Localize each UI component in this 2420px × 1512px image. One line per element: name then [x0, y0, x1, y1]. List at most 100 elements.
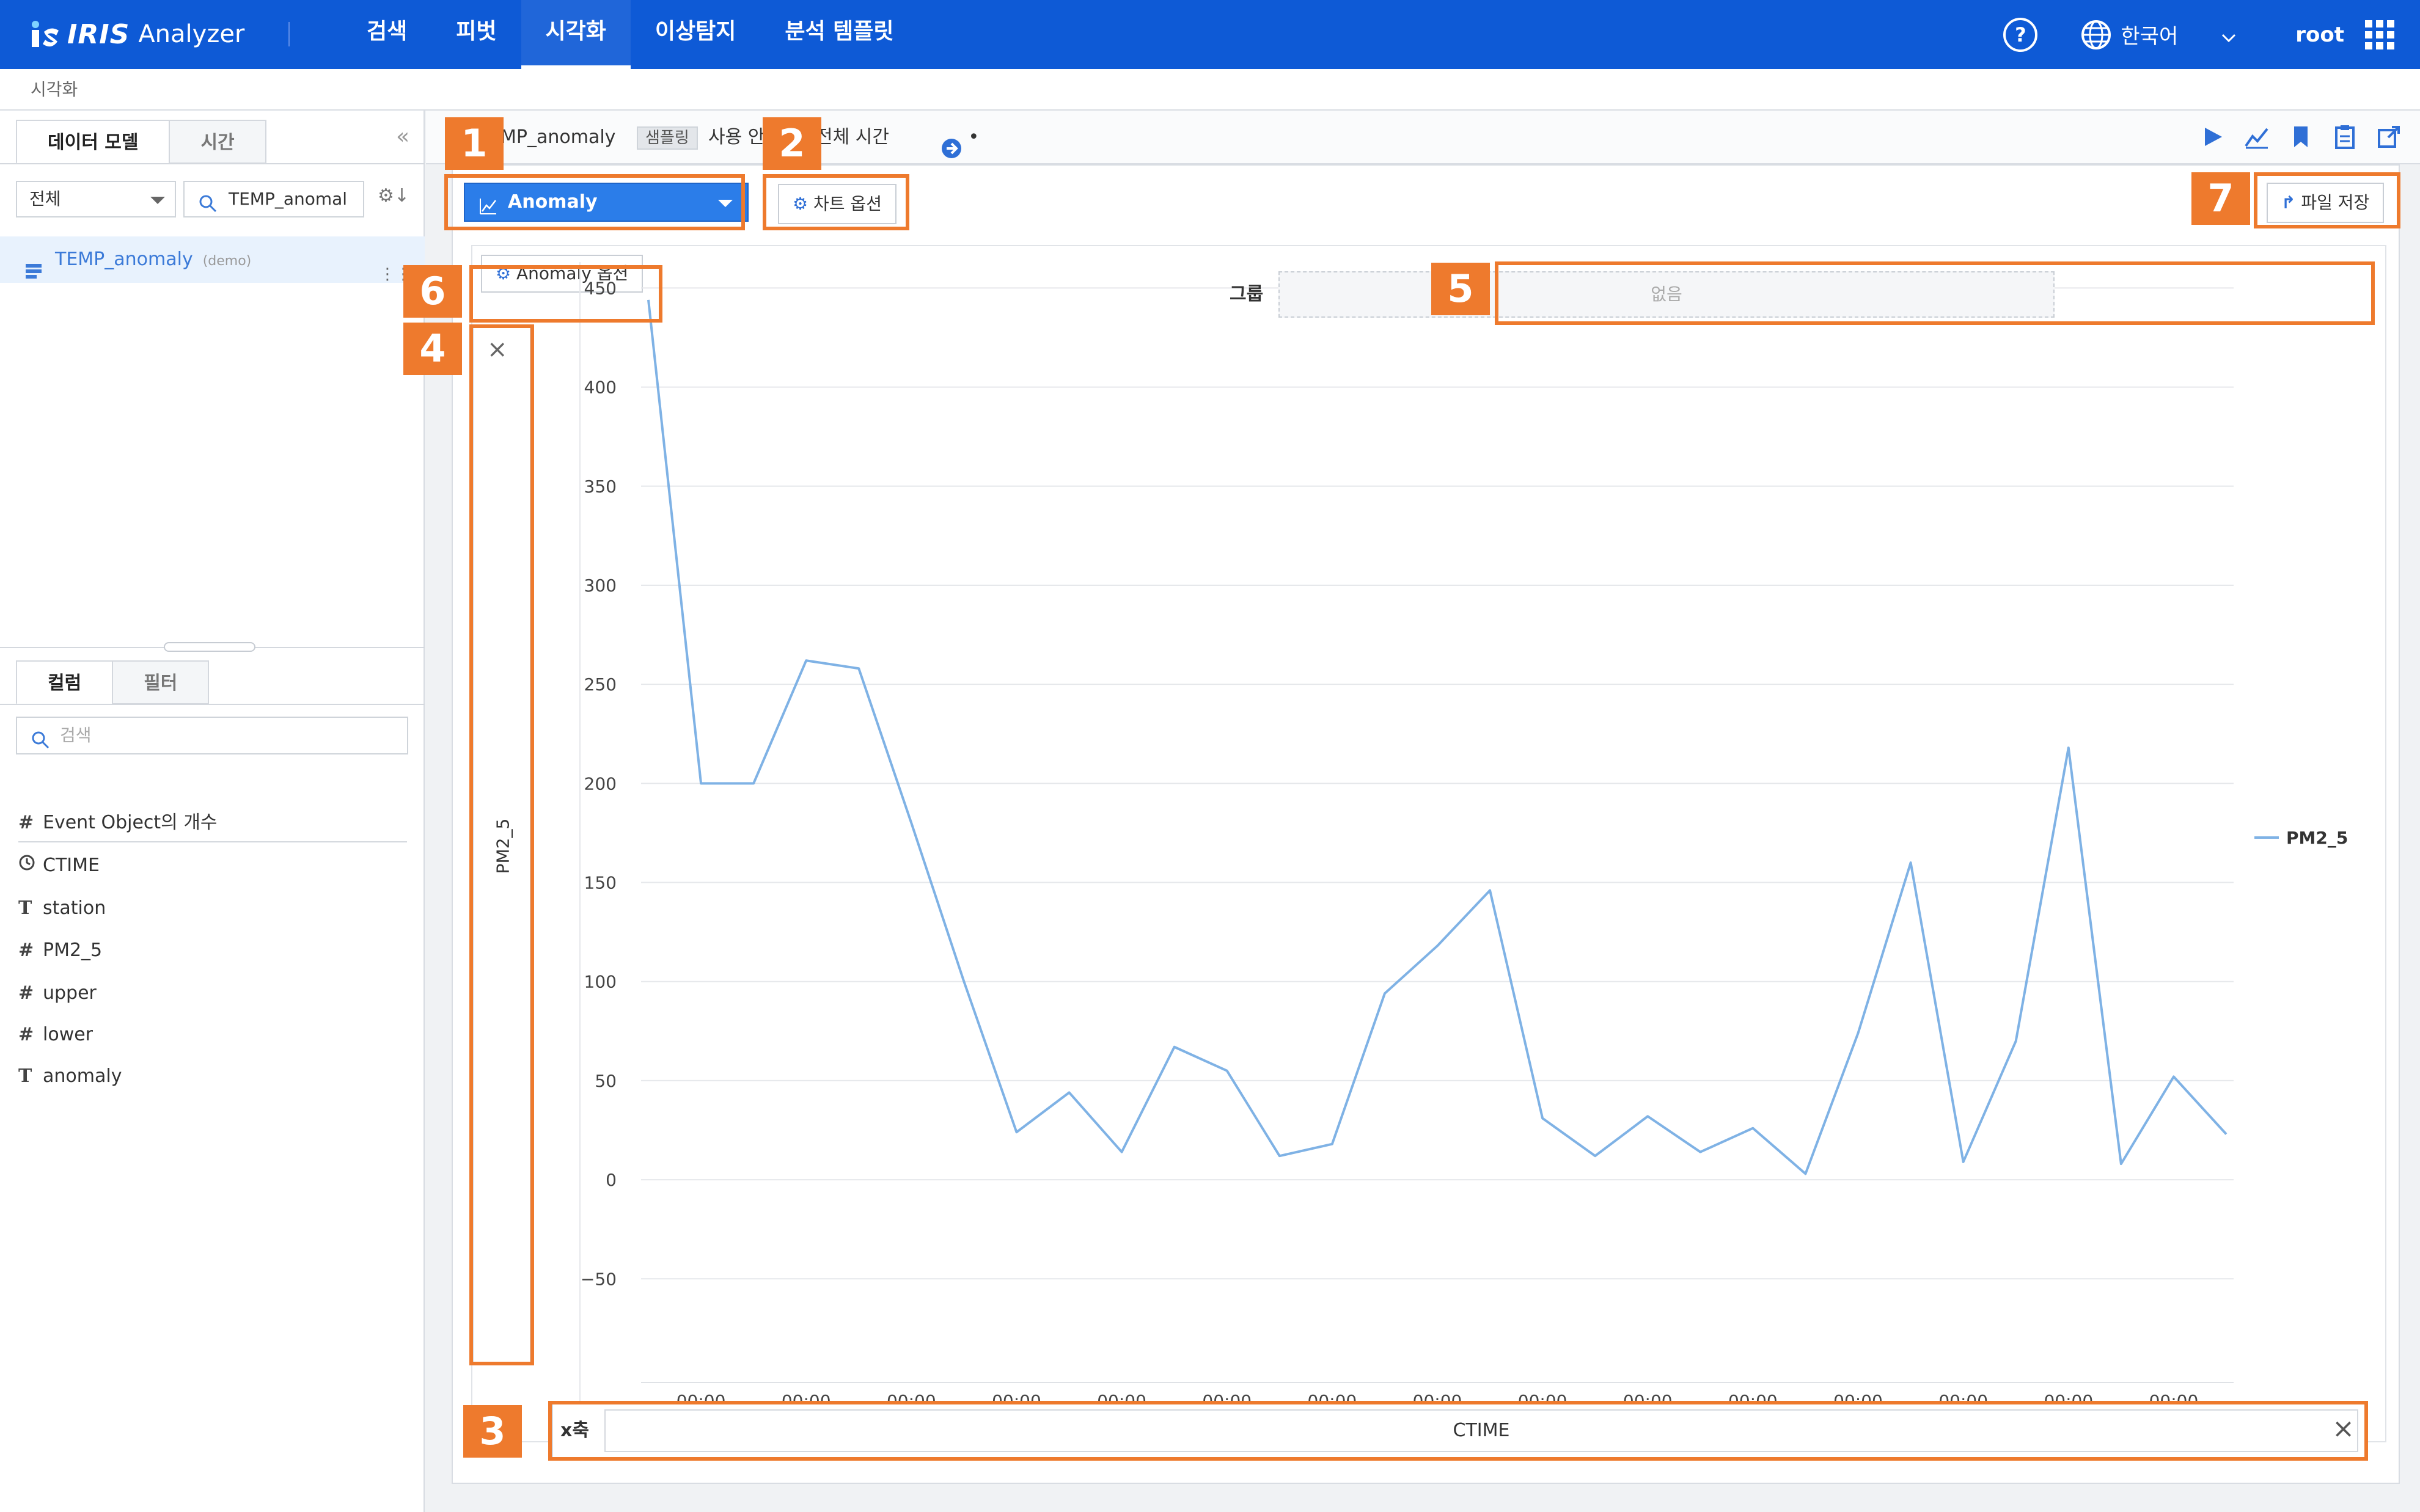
- chevron-down-icon[interactable]: [2221, 27, 2237, 43]
- clock-icon: [18, 853, 43, 878]
- number-icon: #: [18, 940, 34, 961]
- field-item[interactable]: CTIME: [18, 853, 100, 878]
- nav-search[interactable]: 검색: [342, 0, 431, 69]
- top-bar: IRIS Analyzer 검색 피벗 시각화 이상탐지 분석 템플릿 ? 한국…: [0, 0, 2420, 69]
- tab-time[interactable]: 시간: [169, 120, 266, 164]
- field-name: PM2_5: [43, 940, 103, 961]
- nav-anomaly-detection[interactable]: 이상탐지: [631, 0, 760, 69]
- y-tick-label: 350: [584, 477, 617, 497]
- callout-frame-x-axis: [548, 1401, 2368, 1461]
- visualization-workarea: Anomaly ⚙ 차트 옵션 ↱ 파일 저장 ⚙ Anomaly 옵션 450…: [452, 164, 2400, 1484]
- brand-name: IRIS: [67, 18, 130, 50]
- run-query-mark: •: [968, 126, 980, 148]
- field-name: CTIME: [43, 855, 100, 876]
- divider: [288, 22, 290, 46]
- globe-icon[interactable]: [2080, 19, 2112, 51]
- divider: [0, 163, 425, 164]
- time-range-label: 전체 시간: [816, 126, 889, 148]
- tab-filters[interactable]: 필터: [112, 660, 210, 704]
- tab-data-model[interactable]: 데이터 모델: [16, 120, 170, 164]
- anomaly-line-chart: 450400350300250200150100500−5000:002017/…: [579, 262, 2348, 1444]
- field-item[interactable]: # upper: [18, 981, 97, 1006]
- callout-badge: 6: [403, 265, 462, 318]
- help-icon[interactable]: ?: [2003, 17, 2038, 52]
- y-tick-label: −50: [581, 1269, 617, 1289]
- left-panel: 데이터 모델 시간 « 전체 TEMP_anomal ⚙↓ TEMP_anoma…: [0, 111, 425, 1512]
- number-icon: #: [18, 812, 34, 833]
- field-item[interactable]: Tanomaly: [18, 1064, 122, 1089]
- callout-badge: 7: [2191, 172, 2250, 225]
- bookmark-icon[interactable]: [2288, 124, 2314, 150]
- model-search-input[interactable]: TEMP_anomal: [183, 181, 364, 217]
- app-logo[interactable]: IRIS Analyzer: [29, 17, 244, 51]
- callout-badge: 1: [445, 117, 504, 170]
- user-name[interactable]: root: [2295, 23, 2344, 47]
- nav-analysis-template[interactable]: 분석 템플릿: [760, 0, 918, 69]
- arrow-right-circle-icon: [941, 127, 963, 158]
- callout-frame-anomaly-options: [469, 265, 662, 323]
- model-name-label[interactable]: MP_anomaly: [501, 111, 615, 164]
- run-query[interactable]: •: [941, 111, 979, 164]
- product-name: Analyzer: [138, 20, 245, 48]
- y-tick-label: 50: [595, 1071, 617, 1091]
- y-tick-label: 250: [584, 674, 617, 695]
- number-icon: #: [18, 982, 34, 1004]
- column-tabs: 컬럼 필터: [16, 660, 210, 704]
- divider: [0, 704, 425, 705]
- y-tick-label: 200: [584, 773, 617, 794]
- field-name: station: [43, 897, 106, 919]
- callout-badge: 3: [463, 1405, 522, 1458]
- clipboard-icon[interactable]: [2332, 124, 2358, 150]
- field-name: lower: [43, 1024, 94, 1045]
- callout-frame-y-axis: [469, 324, 534, 1365]
- scope-select[interactable]: 전체: [16, 181, 176, 217]
- database-icon: [24, 251, 43, 298]
- model-list-item[interactable]: TEMP_anomaly (demo) ⋮⋮: [0, 236, 425, 283]
- play-icon[interactable]: [2200, 124, 2226, 150]
- nav-pivot[interactable]: 피벗: [431, 0, 521, 69]
- column-search-placeholder: 검색: [60, 725, 92, 745]
- divider: [18, 841, 407, 842]
- callout-badge: 5: [1431, 263, 1490, 315]
- field-name: anomaly: [43, 1065, 122, 1087]
- model-search-value: TEMP_anomal: [229, 189, 348, 209]
- search-icon: [31, 726, 50, 762]
- field-name: Event Object의 개수: [43, 812, 218, 833]
- callout-frame-chart-type: [444, 174, 745, 230]
- text-type-icon: T: [18, 1065, 32, 1087]
- callout-frame-chart-options: [763, 174, 909, 230]
- tab-columns[interactable]: 컬럼: [16, 660, 114, 704]
- sort-icon[interactable]: ⚙↓: [378, 185, 409, 206]
- toolbar-icons: [2200, 124, 2402, 150]
- y-tick-label: 300: [584, 575, 617, 596]
- sampling-badge[interactable]: 샘플링: [637, 126, 698, 150]
- callout-badge: 4: [403, 323, 462, 375]
- language-select[interactable]: 한국어: [2121, 20, 2178, 49]
- model-name: TEMP_anomaly: [55, 249, 193, 270]
- series-line-pm2-5: [647, 299, 2228, 1175]
- field-item[interactable]: # PM2_5: [18, 938, 102, 963]
- number-icon: #: [18, 1024, 34, 1045]
- y-tick-label: 0: [606, 1170, 617, 1190]
- line-chart-icon[interactable]: [2244, 124, 2270, 150]
- nav-visualization[interactable]: 시각화: [521, 0, 631, 69]
- apps-grid-icon[interactable]: [2364, 19, 2396, 51]
- field-item[interactable]: Tstation: [18, 896, 106, 921]
- scope-select-value: 전체: [29, 189, 61, 209]
- collapse-panel-icon[interactable]: «: [396, 124, 409, 149]
- callout-badge: 2: [763, 117, 821, 170]
- iris-logo-icon: [29, 20, 61, 49]
- time-range[interactable]: 전체 시간: [816, 111, 889, 164]
- field-item[interactable]: # lower: [18, 1023, 93, 1047]
- resize-handle[interactable]: [164, 642, 255, 652]
- y-tick-label: 150: [584, 873, 617, 893]
- legend-label: PM2_5: [2286, 828, 2348, 848]
- caret-down-icon: [150, 197, 165, 204]
- export-icon[interactable]: [2376, 124, 2402, 150]
- callout-frame-save-file: [2254, 172, 2400, 228]
- sampling-area: 샘플링: [637, 111, 698, 164]
- column-search-input[interactable]: 검색: [16, 717, 408, 754]
- group-label: 그룹: [1230, 283, 1264, 305]
- field-item[interactable]: # Event Object의 개수: [18, 811, 218, 835]
- sampling-state[interactable]: 사용 안: [708, 111, 765, 164]
